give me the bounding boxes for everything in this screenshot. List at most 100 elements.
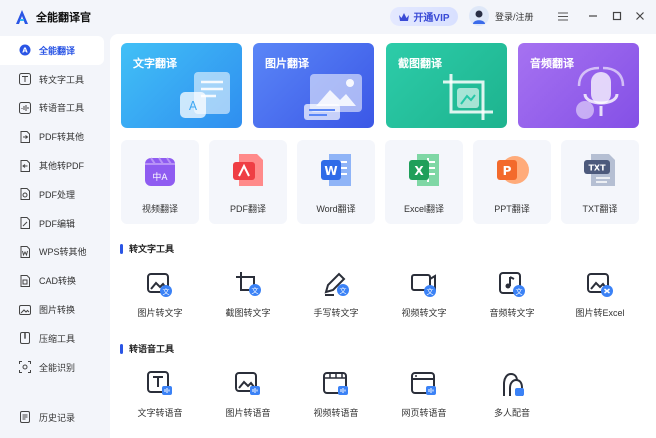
sidebar-item-voice-tools[interactable]: 转语音工具 [0, 94, 110, 123]
audio-translate-card[interactable]: 音频翻译 [518, 43, 639, 128]
tool-label: 图片转语音 [225, 408, 271, 418]
screenshot-translate-card[interactable]: 截图翻译 [386, 43, 507, 128]
login-button[interactable]: 登录/注册 [469, 6, 534, 26]
avatar [469, 6, 489, 26]
sidebar-item-pdf-process[interactable]: PDF处理 [0, 180, 110, 209]
image-to-text-icon: 文 [147, 273, 172, 297]
sidebar-item-other-to-pdf[interactable]: 其他转PDF [0, 151, 110, 180]
image-translate-card[interactable]: 图片翻译 [253, 43, 374, 128]
sidebar-item-image-convert[interactable]: 图片转换 [0, 295, 110, 324]
tool-multi-voice-dubbing[interactable]: 多人配音 [472, 370, 552, 430]
card-label: 音频翻译 [530, 58, 574, 70]
tool-handwriting-to-text[interactable]: 文 手写转文字 [296, 270, 376, 330]
vip-button[interactable]: 开通VIP [390, 7, 458, 26]
tool-label: 截图转文字 [225, 308, 271, 318]
tool-label: 图片转Excel [575, 308, 625, 318]
sidebar-item-pdf-to-other[interactable]: PDF转其他 [0, 122, 110, 151]
history-icon [20, 411, 30, 423]
ppt-translate-card[interactable]: P PPT翻译 [473, 140, 551, 224]
word-badge: W [324, 164, 337, 178]
tool-video-to-speech[interactable]: 视频转语音 [296, 370, 376, 430]
tool-image-to-text[interactable]: 文 图片转文字 [120, 270, 200, 330]
sidebar-item-all-translate[interactable]: A 全能翻译 [0, 36, 104, 65]
microphone-icon [576, 66, 625, 119]
sidebar-item-label: CAD转换 [39, 276, 77, 287]
sidebar-item-text-tools[interactable]: 转文字工具 [0, 65, 110, 94]
video-badge: 中A [152, 171, 168, 183]
pdf-translate-icon [233, 154, 263, 186]
txt-translate-icon: TXT [584, 154, 615, 186]
text-to-speech-icon [147, 371, 172, 395]
sidebar-item-wps-to-other[interactable]: WPS转其他 [0, 238, 110, 267]
minimize-button[interactable] [586, 9, 600, 23]
section-accent [120, 243, 123, 254]
sidebar-item-label: PDF处理 [39, 189, 76, 200]
tool-image-to-excel[interactable]: 图片转Excel [560, 270, 640, 330]
sidebar-item-label: 压缩工具 [39, 333, 76, 344]
app-title: 全能翻译官 [36, 12, 91, 24]
word-translate-icon: W [321, 154, 351, 186]
section-title-label: 转文字工具 [129, 244, 175, 254]
excel-translate-card[interactable]: X Excel翻译 [385, 140, 463, 224]
text-translate-card[interactable]: 文字翻译 A [121, 43, 242, 128]
tool-screenshot-to-text[interactable]: 文 截图转文字 [208, 270, 288, 330]
tool-text-to-speech[interactable]: 文字转语音 [120, 370, 200, 430]
word-translate-card[interactable]: W Word翻译 [297, 140, 375, 224]
card-label: Word翻译 [316, 204, 356, 214]
ppt-badge: P [503, 164, 512, 178]
cad-icon [20, 274, 30, 287]
txt-translate-card[interactable]: TXT TXT翻译 [561, 140, 639, 224]
menu-button[interactable] [556, 9, 570, 23]
sidebar-item-label: PDF编辑 [39, 218, 76, 229]
tool-label: 视频转语音 [313, 408, 359, 418]
vip-label: 开通VIP [413, 13, 450, 24]
maximize-button[interactable] [610, 9, 624, 23]
sidebar-item-label: WPS转其他 [39, 247, 87, 258]
video-to-speech-icon [323, 372, 348, 395]
video-translate-card[interactable]: 中A 视频翻译 [121, 140, 199, 224]
pdf-translate-card[interactable]: PDF翻译 [209, 140, 287, 224]
tool-label: 音频转文字 [489, 308, 535, 318]
sidebar-item-pdf-edit[interactable]: PDF编辑 [0, 209, 110, 238]
svg-text:文: 文 [516, 287, 523, 296]
screenshot-to-text-icon: 文 [236, 272, 261, 296]
sidebar-item-recognize[interactable]: 全能识别 [0, 353, 110, 382]
section-title-voice-tools: 转语音工具 [120, 342, 174, 355]
tool-label: 视频转文字 [401, 308, 447, 318]
section-title-label: 转语音工具 [129, 344, 175, 354]
tool-audio-to-text[interactable]: 文 音频转文字 [472, 270, 552, 330]
history-label: 历史记录 [39, 412, 76, 423]
title-bar: 全能翻译官 开通VIP 登录/注册 [0, 0, 656, 34]
close-button[interactable] [633, 9, 647, 23]
svg-text:文: 文 [252, 286, 259, 295]
history-button[interactable]: 历史记录 [0, 404, 110, 430]
minimize-icon [589, 15, 597, 17]
sidebar-item-label: PDF转其他 [39, 132, 85, 143]
sidebar-item-compress[interactable]: 压缩工具 [0, 324, 110, 353]
screenshot-translate-icon [443, 74, 493, 120]
handwriting-icon: 文 [324, 272, 349, 296]
sidebar-item-label: 转语音工具 [39, 103, 85, 114]
svg-text:文: 文 [340, 286, 347, 295]
app-logo: 全能翻译官 [14, 9, 91, 25]
tool-video-to-text[interactable]: 文 视频转文字 [384, 270, 464, 330]
to-pdf-icon [20, 159, 30, 172]
menu-icon [558, 12, 568, 20]
compress-icon [20, 332, 30, 345]
video-translate-icon: 中A [145, 157, 175, 186]
svg-text:A: A [22, 47, 28, 55]
card-label: 文字翻译 [133, 58, 177, 70]
section-title-text-tools: 转文字工具 [120, 242, 174, 255]
user-icon [473, 10, 485, 24]
text-tool-icon [19, 73, 31, 86]
audio-to-text-icon: 文 [499, 272, 525, 297]
sidebar-item-label: 转文字工具 [39, 74, 85, 85]
tool-label: 手写转文字 [313, 308, 359, 318]
section-accent [120, 343, 123, 354]
tool-image-to-speech[interactable]: 图片转语音 [208, 370, 288, 430]
tool-label: 网页转语音 [401, 408, 447, 418]
sidebar-item-cad-convert[interactable]: CAD转换 [0, 266, 110, 295]
tool-webpage-to-speech[interactable]: 网页转语音 [384, 370, 464, 430]
app-window: 全能翻译官 开通VIP 登录/注册 A 全能翻译 转文字工具 转语音工具 PDF… [0, 0, 656, 438]
sidebar-item-label: 全能翻译 [39, 45, 76, 56]
